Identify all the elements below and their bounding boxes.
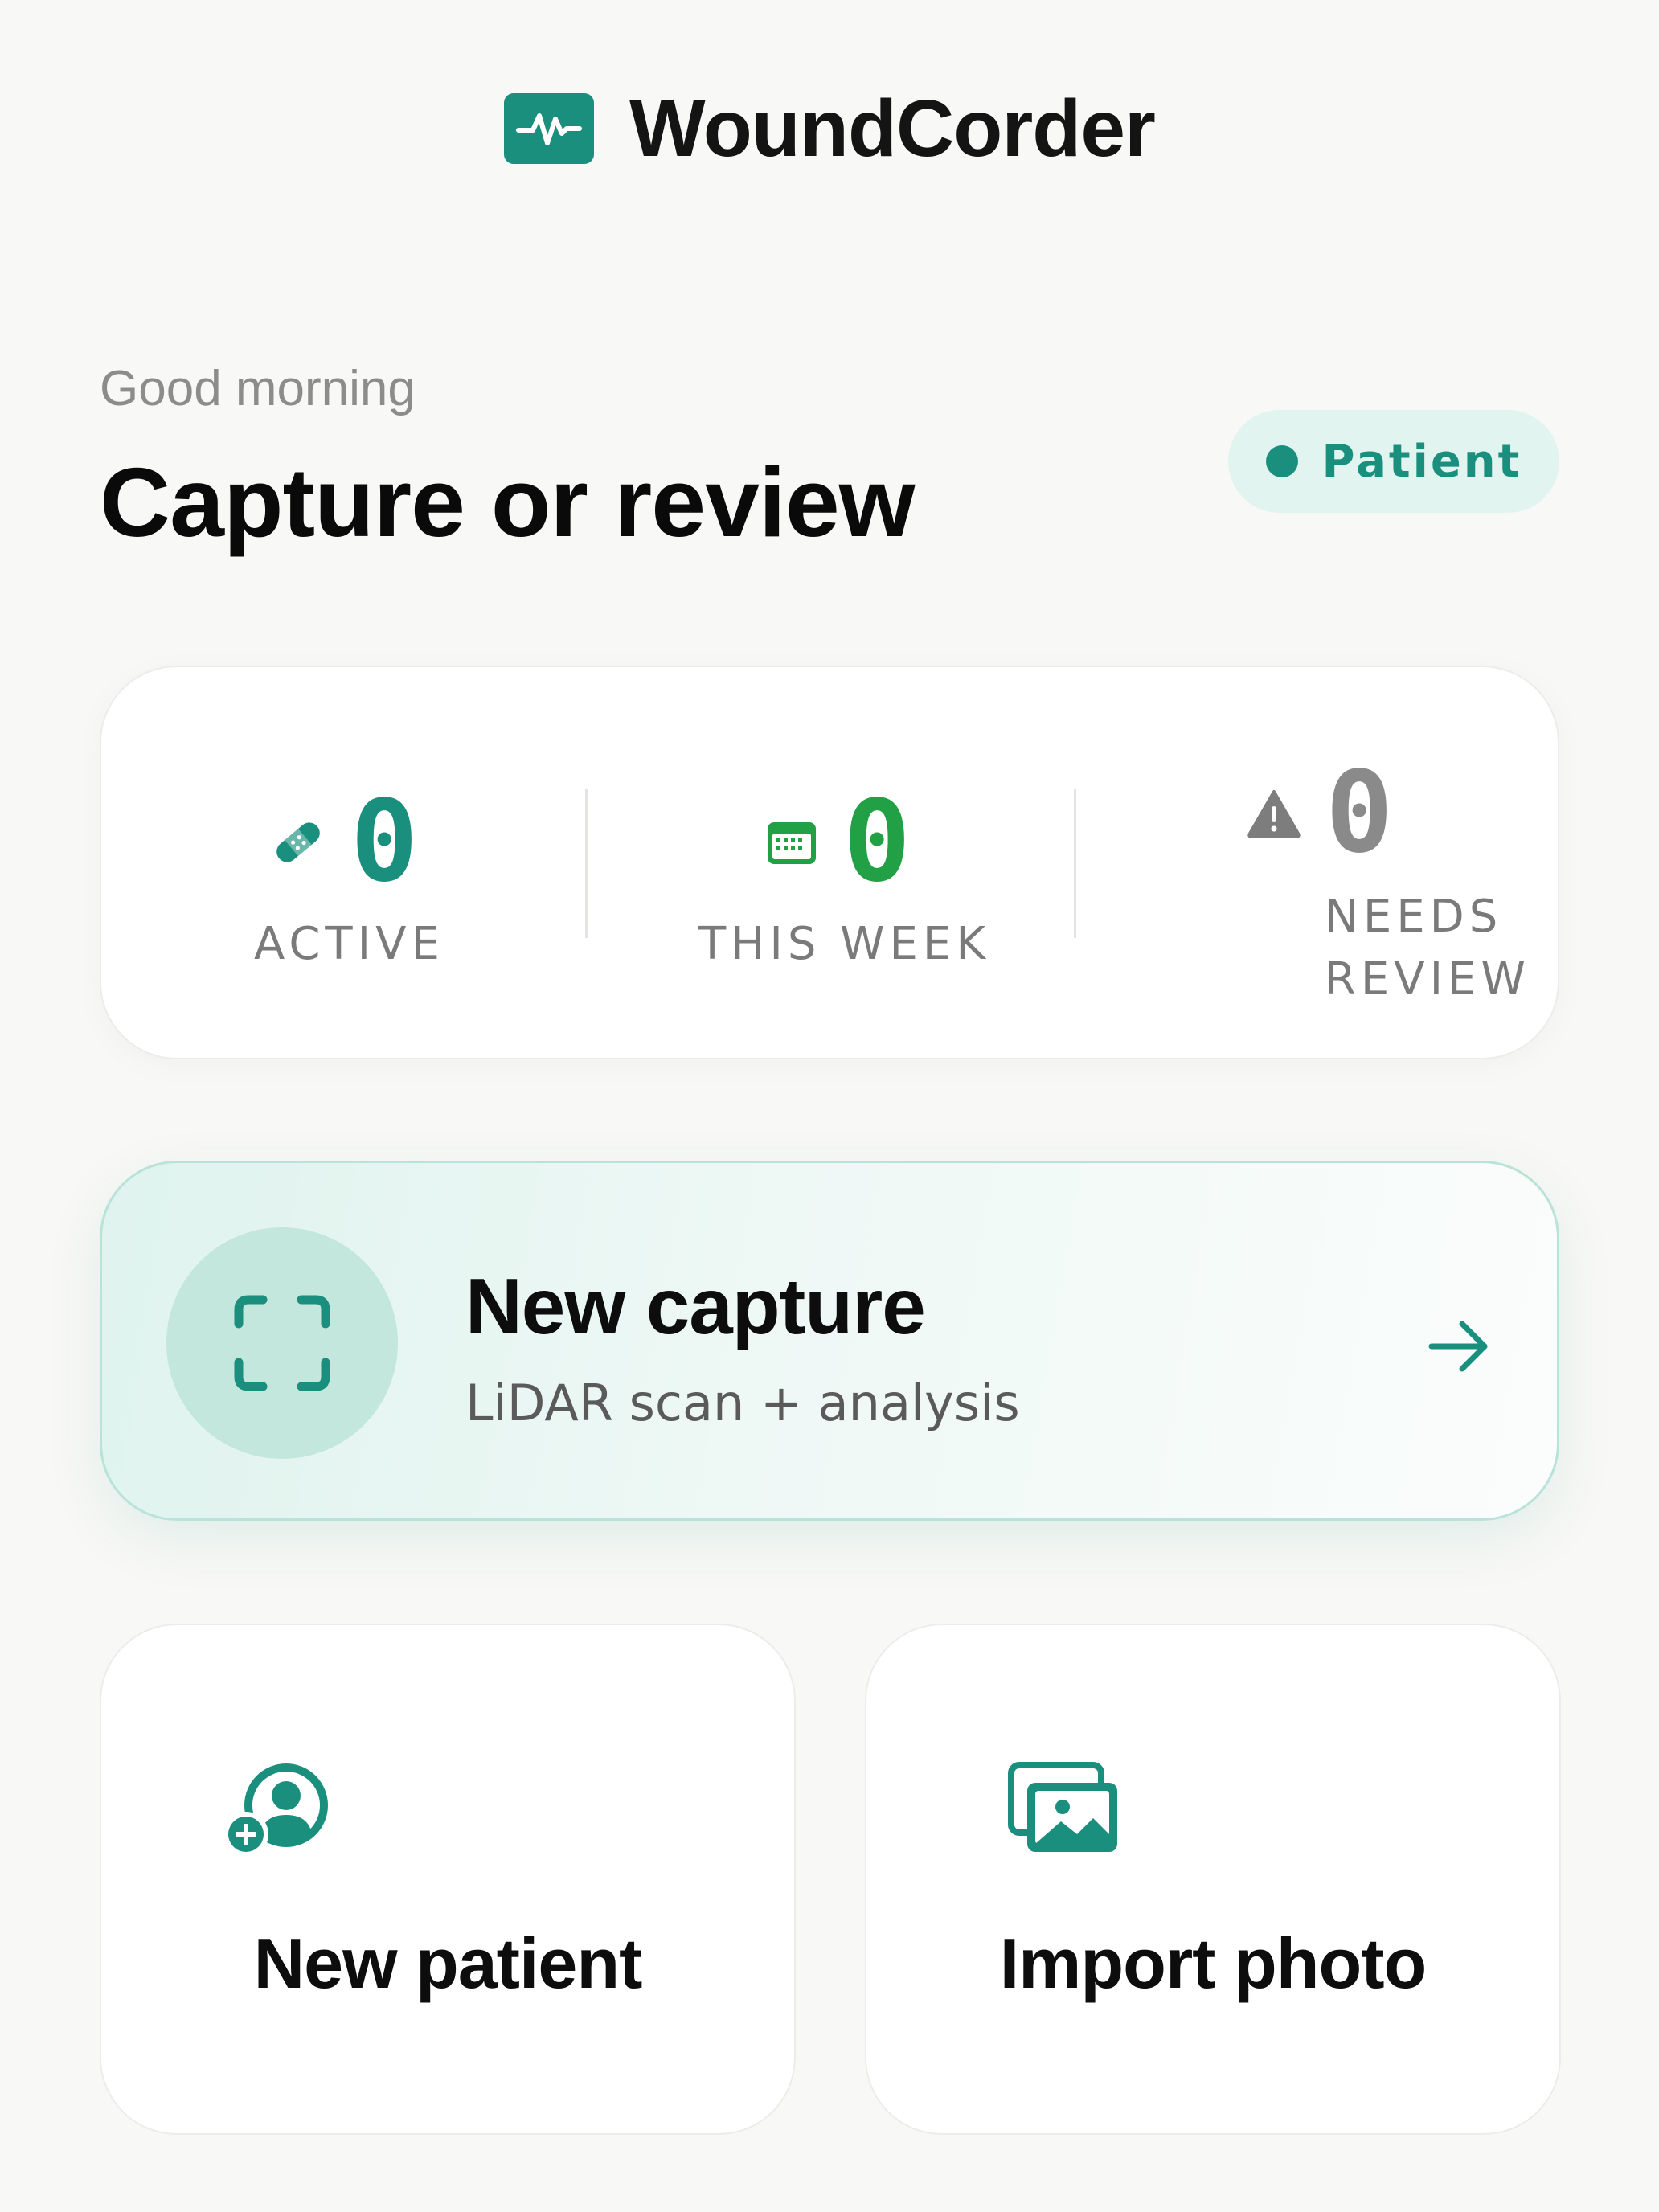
role-badge[interactable]: Patient [1228, 410, 1559, 513]
new-capture-button[interactable]: New capture LiDAR scan + analysis [100, 1161, 1559, 1521]
import-photo-button[interactable]: Import photo [865, 1624, 1561, 2135]
stat-this-week[interactable]: 0 THIS WEEK [588, 667, 1074, 1061]
action-label: Import photo [999, 1923, 1428, 2003]
app-title: WoundCorder [629, 83, 1156, 174]
stat-value: 0 [843, 776, 911, 907]
app-header: WoundCorder [0, 76, 1659, 181]
capture-title: New capture [465, 1262, 926, 1350]
role-label: Patient [1321, 435, 1522, 488]
page-title: Capture or review [100, 448, 916, 557]
warning-icon [1247, 790, 1301, 838]
photos-icon [1008, 1762, 1117, 1852]
new-patient-button[interactable]: New patient [100, 1624, 796, 2135]
capture-subtitle: LiDAR scan + analysis [465, 1374, 1020, 1432]
stat-label: ACTIVE [254, 918, 444, 970]
divider [1074, 789, 1076, 938]
home-screen: WoundCorder Good morning Capture or revi… [0, 0, 1659, 2212]
bandage-icon [276, 822, 320, 862]
stat-value: 0 [350, 776, 419, 907]
pulse-icon [504, 93, 595, 164]
stat-needs-review[interactable]: 0 NEEDS REVIEW [1074, 667, 1560, 1061]
stat-active[interactable]: 0 ACTIVE [101, 667, 588, 1061]
calendar-icon [768, 822, 816, 864]
arrow-right-icon [1428, 1321, 1488, 1372]
divider [585, 789, 588, 938]
stat-label: THIS WEEK [698, 918, 991, 970]
action-label: New patient [253, 1923, 643, 2003]
greeting-subtitle: Good morning [100, 361, 416, 416]
capture-icon-circle [166, 1227, 398, 1459]
scan-frame-icon [234, 1295, 330, 1391]
stat-value: 0 [1325, 748, 1394, 879]
stats-card: 0 ACTIVE 0 THIS WEEK 0 NEEDS REVIEW [100, 666, 1559, 1059]
stat-label-line2: REVIEW [1325, 953, 1530, 1006]
add-user-icon [223, 1763, 328, 1857]
status-dot [1265, 445, 1298, 477]
stat-label-line1: NEEDS [1325, 891, 1503, 943]
